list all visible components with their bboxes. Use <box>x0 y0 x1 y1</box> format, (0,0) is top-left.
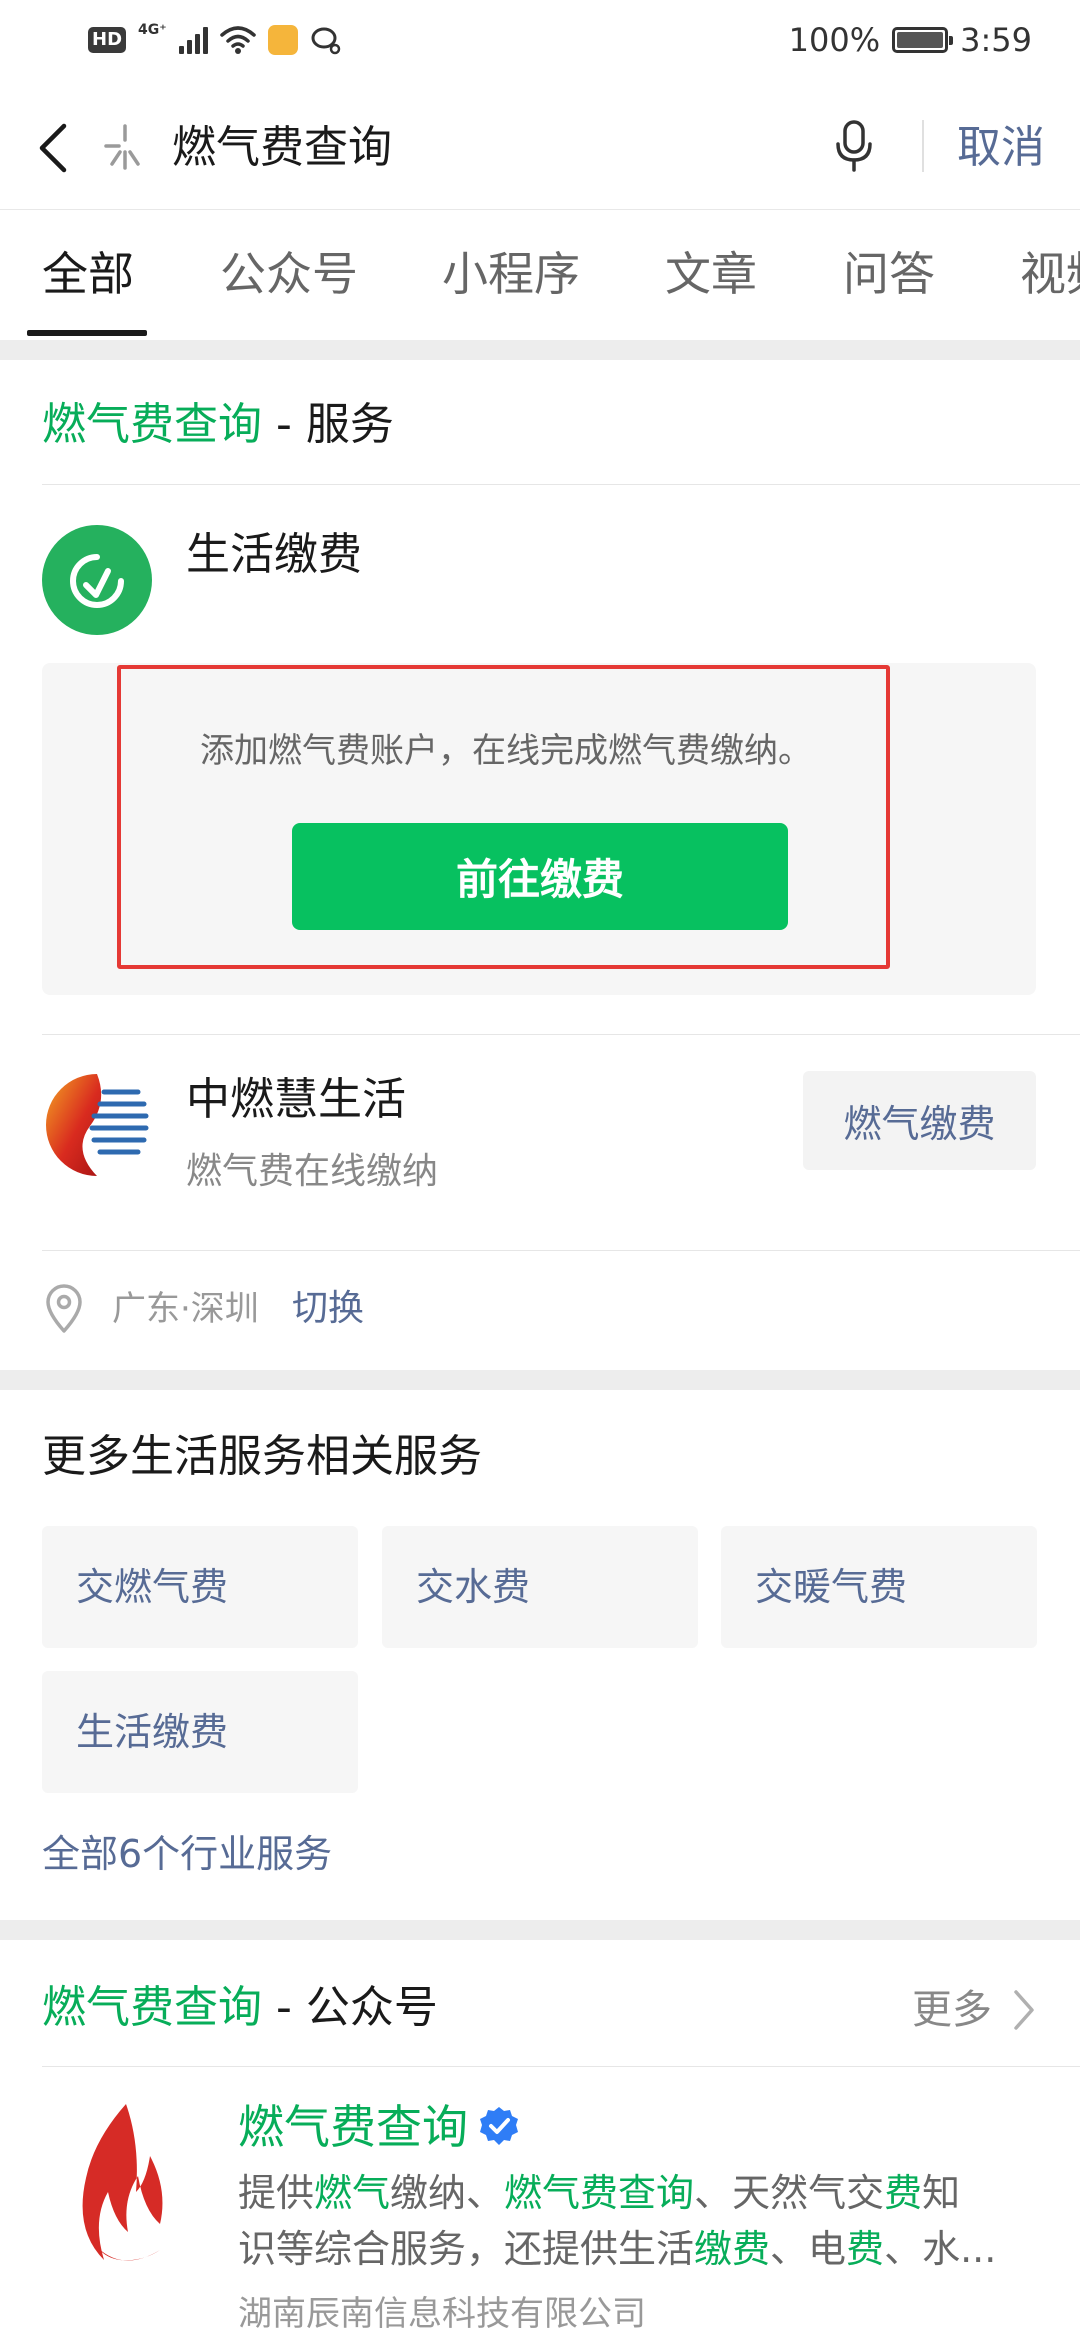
switch-location-link[interactable]: 切换 <box>292 1283 364 1335</box>
account-name[interactable]: 燃气费查询 <box>238 2095 468 2159</box>
signal-icon <box>178 26 208 54</box>
tab-articles[interactable]: 文章 <box>665 244 757 304</box>
divider <box>42 1250 1080 1251</box>
section-separator <box>0 1920 1080 1940</box>
active-tab-indicator <box>27 330 147 336</box>
chevron-right-icon[interactable] <box>1010 1987 1038 2033</box>
more-accounts-link[interactable]: 更多 <box>912 1980 992 2040</box>
description-text: 、天然气交 <box>694 2171 885 2215</box>
divider <box>42 484 1080 485</box>
gas-pay-button[interactable]: 燃气缴费 <box>803 1071 1036 1170</box>
service-section-title: 燃气费查询 - 服务 <box>42 399 394 450</box>
search-input[interactable]: 燃气费查询 <box>172 118 392 178</box>
description-text: 提供 <box>238 2171 315 2215</box>
service-chip[interactable]: 生活缴费 <box>42 1671 358 1793</box>
zhongran-brand-icon <box>46 1074 149 1176</box>
microphone-icon[interactable] <box>832 118 876 174</box>
description-text: 、水... <box>884 2227 997 2271</box>
more-services-title: 更多生活服务相关服务 <box>42 1431 482 1482</box>
description-text: 识等综合服务，还提供生活 <box>238 2227 695 2271</box>
clock: 3:59 <box>960 21 1032 59</box>
account-company: 湖南辰南信息科技有限公司 <box>238 2294 646 2334</box>
tab-videos[interactable]: 视频 <box>1020 244 1080 304</box>
service-chip[interactable]: 交燃气费 <box>42 1526 358 1648</box>
accounts-section-title: 燃气费查询 - 公众号 <box>42 1982 438 2033</box>
description-text: 知 <box>922 2171 961 2215</box>
keyword-highlight: 缴费 <box>694 2227 771 2271</box>
keyword-highlight: 费 <box>884 2171 923 2215</box>
divider <box>42 1034 1080 1035</box>
description-line: 提供燃气缴纳、燃气费查询、天然气交费知 <box>238 2165 1038 2221</box>
tab-qa[interactable]: 问答 <box>843 244 935 304</box>
life-payment-logo[interactable] <box>42 525 152 635</box>
section-separator <box>0 340 1080 360</box>
notification-app-icon <box>267 25 298 55</box>
keyword-highlight: 费 <box>846 2227 885 2271</box>
divider <box>42 2066 1080 2067</box>
status-bar: HD 4G⁺ 100% 3:59 <box>0 0 1080 80</box>
keyword-highlight: 燃气费查询 <box>504 2171 695 2215</box>
keyword-highlight: 燃气 <box>314 2171 391 2215</box>
tab-mini-programs[interactable]: 小程序 <box>442 244 580 304</box>
service-chip[interactable]: 交暖气费 <box>721 1526 1037 1648</box>
battery-percent: 100% <box>788 21 881 59</box>
search-tabs: 全部 公众号 小程序 文章 问答 视频 <box>0 210 1080 340</box>
second-service-name[interactable]: 中燃慧生活 <box>186 1070 406 1130</box>
back-chevron-icon[interactable] <box>30 120 80 176</box>
cancel-button[interactable]: 取消 <box>957 118 1045 178</box>
tab-all[interactable]: 全部 <box>42 244 134 304</box>
verified-badge-icon <box>480 2107 518 2145</box>
search-divider <box>922 120 924 172</box>
hd-badge: HD <box>88 27 127 53</box>
account-description: 提供燃气缴纳、燃气费查询、天然气交费知 识等综合服务，还提供生活缴费、电费、水.… <box>238 2165 1038 2277</box>
annotation-highlight-box <box>117 665 890 969</box>
wifi-icon <box>219 26 256 54</box>
description-text: 、电 <box>770 2227 847 2271</box>
service-chip[interactable]: 交水费 <box>382 1526 698 1648</box>
flame-logo-icon[interactable] <box>64 2100 180 2270</box>
service-name[interactable]: 生活缴费 <box>186 525 362 585</box>
chat-notification-icon <box>311 27 340 55</box>
location-text: 广东·深圳 <box>112 1289 259 1329</box>
description-text: 缴纳、 <box>390 2171 505 2215</box>
search-bar: 燃气费查询 取消 <box>0 80 1080 210</box>
network-type: 4G⁺ <box>138 22 167 38</box>
location-pin-icon <box>46 1284 82 1333</box>
second-service-subtitle: 燃气费在线缴纳 <box>186 1151 439 1192</box>
tab-official-accounts[interactable]: 公众号 <box>220 244 358 304</box>
all-services-link[interactable]: 全部6个行业服务 <box>42 1826 332 1882</box>
description-line: 识等综合服务，还提供生活缴费、电费、水... <box>238 2221 1038 2277</box>
battery-icon <box>892 27 954 53</box>
section-separator <box>0 1370 1080 1390</box>
search-sparkle-icon <box>104 124 140 170</box>
zhongran-logo[interactable] <box>42 1070 152 1180</box>
life-payment-icon <box>70 554 124 608</box>
